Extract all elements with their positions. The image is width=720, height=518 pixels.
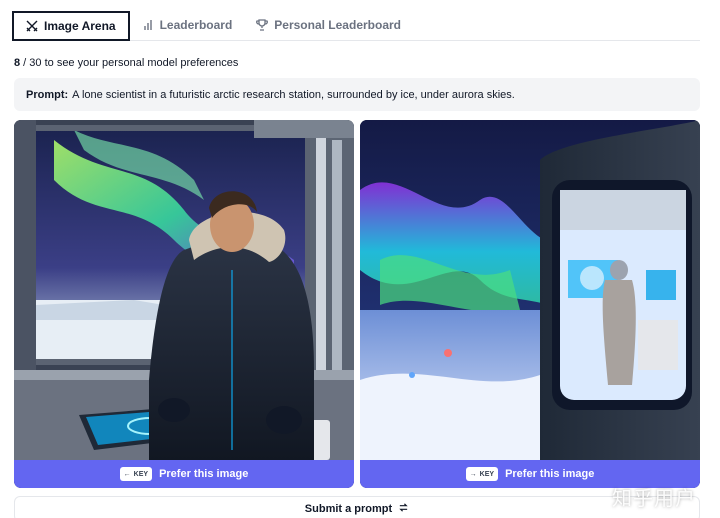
prefer-label: Prefer this image xyxy=(159,468,249,480)
submit-prompt-button[interactable]: Submit a prompt xyxy=(14,496,700,518)
arrow-right-icon: → xyxy=(469,470,477,478)
tab-label: Leaderboard xyxy=(159,18,233,32)
submit-label: Submit a prompt xyxy=(304,503,393,515)
repeat-icon xyxy=(398,502,409,516)
tab-label: Personal Leaderboard xyxy=(274,18,401,32)
progress-text: 8 / 30 to see your personal model prefer… xyxy=(14,57,238,69)
prefer-left-button[interactable]: ← KEY Prefer this image xyxy=(14,460,354,488)
trophy-icon xyxy=(256,19,269,31)
tab-label: Image Arena xyxy=(44,19,116,33)
prompt-text: A lone scientist in a futuristic arctic … xyxy=(72,88,515,101)
prompt-box: Prompt: A lone scientist in a futuristic… xyxy=(14,78,700,111)
tab-bar: Image Arena Leaderboard Personal Leaderb… xyxy=(12,11,700,41)
left-generated-image xyxy=(14,120,354,460)
prefer-label: Prefer this image xyxy=(505,468,595,480)
keyboard-hint: ← KEY xyxy=(119,467,153,481)
arrow-left-icon: ← xyxy=(123,470,131,478)
right-generated-image xyxy=(360,120,700,460)
prompt-label: Prompt: xyxy=(26,88,69,101)
tab-image-arena[interactable]: Image Arena xyxy=(12,11,130,41)
keyboard-hint: → KEY xyxy=(465,467,499,481)
image-option-right[interactable]: → KEY Prefer this image xyxy=(360,120,700,488)
bar-chart-icon xyxy=(142,19,154,31)
image-option-left[interactable]: ← KEY Prefer this image xyxy=(14,120,354,488)
key-label: KEY xyxy=(479,470,495,478)
tab-leaderboard[interactable]: Leaderboard xyxy=(130,10,245,40)
tab-personal-leaderboard[interactable]: Personal Leaderboard xyxy=(244,10,413,40)
key-label: KEY xyxy=(133,470,149,478)
swords-icon xyxy=(26,20,38,32)
progress-rest: / 30 to see your personal model preferen… xyxy=(20,57,239,69)
watermark-text: 知乎用户 xyxy=(612,486,696,510)
